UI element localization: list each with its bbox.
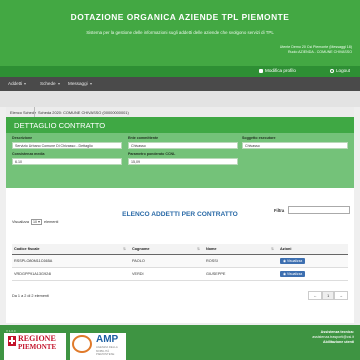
footer-contacts: Assistenza tecnica: assistenza.trasporti… <box>312 330 354 345</box>
breadcrumb: Elenco Schede Scheda 2020: COMUNE CHIVAS… <box>6 107 354 117</box>
sort-icon: ⇅ <box>123 246 127 251</box>
assistenza-label: Assistenza tecnica: <box>320 330 354 334</box>
visualizza-button[interactable]: ◉ Visualizza <box>280 257 306 264</box>
dettaglio-body: Descrizione Servizio Urbano Comune Di Ch… <box>6 133 354 188</box>
eye-icon: ◉ <box>283 271 286 276</box>
nav-item-label: Schede <box>40 81 56 86</box>
regione-piemonte-logo[interactable]: REGIONE PIEMONTE <box>4 333 66 360</box>
nav-item-messaggi[interactable]: Messaggi <box>68 81 92 86</box>
soggetto-label: Soggetto esecutore <box>242 136 276 140</box>
modifica-profilo-link[interactable]: Modifica profilo <box>259 68 296 73</box>
page-size-select[interactable]: 10 <box>31 219 43 225</box>
parametro-field[interactable]: 15,09 <box>128 158 238 165</box>
parametro-label: Parametro ponderato CCNL <box>128 152 176 156</box>
modifica-profilo-label: Modifica profilo <box>265 68 296 73</box>
pagination: ← 1 → <box>308 291 348 300</box>
list-title: ELENCO ADDETTI PER CONTRATTO <box>122 211 238 218</box>
cell-cognome: PAOLO <box>130 254 204 268</box>
app-subtitle: Sistema per la gestione delle informazio… <box>86 30 274 35</box>
chevron-down-icon <box>89 82 92 85</box>
logout-label: Logout <box>336 68 351 73</box>
user-info: Utente Demo 20 Csi Piemonte (Messaggi 18… <box>280 45 352 55</box>
descrizione-field[interactable]: Servizio Urbano Comune Di Chivasso - Det… <box>12 142 122 149</box>
page-size-label: Visualizza <box>12 220 30 224</box>
cell-azioni: ◉ Visualizza <box>278 267 348 281</box>
spacer <box>0 91 360 107</box>
pager-page-1[interactable]: 1 <box>322 291 335 300</box>
pager-info: Da 1 a 2 di 2 elementi <box>12 294 49 298</box>
breadcrumb-separator <box>34 107 35 117</box>
main-nav: Addetti Schede Messaggi <box>0 77 360 91</box>
app-header: DOTAZIONE ORGANICA AZIENDE TPL PIEMONTE … <box>0 0 360 66</box>
sort-icon: ⇅ <box>271 246 275 251</box>
column-header-cognome[interactable]: Cognome ⇅ <box>130 244 204 255</box>
consistenza-field[interactable]: 6.10 <box>12 158 122 165</box>
dettaglio-title: DETTAGLIO CONTRATTO <box>14 121 106 130</box>
breadcrumb-item-elenco-schede[interactable]: Elenco Schede <box>10 110 36 115</box>
nav-item-addetti[interactable]: Addetti <box>8 81 27 86</box>
abilitazione-label: Abilitazione utenti <box>323 340 354 344</box>
page-size-value: 10 <box>33 220 38 224</box>
page-size-control: Visualizza 10 elementi <box>12 219 58 225</box>
cell-cf: VRDGPP91A13G924I <box>12 267 130 281</box>
pager-prev-button[interactable]: ← <box>308 291 323 300</box>
nav-item-label: Messaggi <box>68 81 88 86</box>
soggetto-field[interactable]: Chivasso <box>242 142 348 149</box>
column-header-nome[interactable]: Nome ⇅ <box>204 244 278 255</box>
chevron-down-icon <box>57 82 60 85</box>
addetti-table: Codice fiscale ⇅ Cognome ⇅ Nome ⇅ Azioni RS… <box>12 244 348 281</box>
logout-link[interactable]: Logout <box>330 68 350 73</box>
content-panel: Elenco Schede Scheda 2020: COMUNE CHIVAS… <box>6 107 354 323</box>
power-icon <box>330 68 334 73</box>
table-row: RSSPLO80M11C665A PAOLO ROSSI ◉ Visualizz… <box>12 254 348 268</box>
footer: V 1.0.0 REGIONE PIEMONTE AMP AGENZIA DEL… <box>0 325 360 360</box>
sort-icon: ⇅ <box>197 246 201 251</box>
header-actions-bar: Modifica profilo Logout <box>0 66 360 77</box>
table-header-row: Codice fiscale ⇅ Cognome ⇅ Nome ⇅ Azioni <box>12 244 348 255</box>
cell-cognome: VERDI <box>130 267 204 281</box>
cell-nome: GIUSEPPE <box>204 267 278 281</box>
nav-item-label: Addetti <box>8 81 23 86</box>
breadcrumb-item-scheda: Scheda 2020: COMUNE CHIVASSO (0000000000… <box>38 109 129 115</box>
dettaglio-header: DETTAGLIO CONTRATTO <box>6 117 354 133</box>
cell-nome: ROSSI <box>204 254 278 268</box>
page-size-suffix: elementi <box>44 220 59 224</box>
chevron-down-icon <box>24 82 27 85</box>
amp-logo[interactable]: AMP AGENZIA DELLA MOBILITÀ PIEMONTESE <box>70 333 126 360</box>
amp-circle-icon <box>72 335 92 353</box>
chevron-down-icon <box>38 221 41 223</box>
descrizione-label: Descrizione <box>12 136 33 140</box>
nav-item-schede[interactable]: Schede <box>40 81 60 86</box>
ente-label: Ente committente <box>128 136 159 140</box>
ente-field[interactable]: Chivasso <box>128 142 238 149</box>
cell-azioni: ◉ Visualizza <box>278 254 348 268</box>
visualizza-button[interactable]: ◉ Visualizza <box>280 270 306 277</box>
table-row: VRDGPP91A13G924I VERDI GIUSEPPE ◉ Visual… <box>12 267 348 281</box>
edit-icon <box>259 68 263 73</box>
cell-cf: RSSPLO80M11C665A <box>12 254 130 268</box>
pager-next-button[interactable]: → <box>334 291 348 300</box>
consistenza-label: Consistenza media <box>12 152 45 156</box>
column-header-azioni: Azioni <box>278 244 348 255</box>
app-title: DOTAZIONE ORGANICA AZIENDE TPL PIEMONTE <box>70 12 290 22</box>
eye-icon: ◉ <box>283 258 286 263</box>
column-header-cf[interactable]: Codice fiscale ⇅ <box>12 244 130 255</box>
user-role: Ruolo AZIENDA - COMUNE CHIVASSO <box>287 50 352 54</box>
